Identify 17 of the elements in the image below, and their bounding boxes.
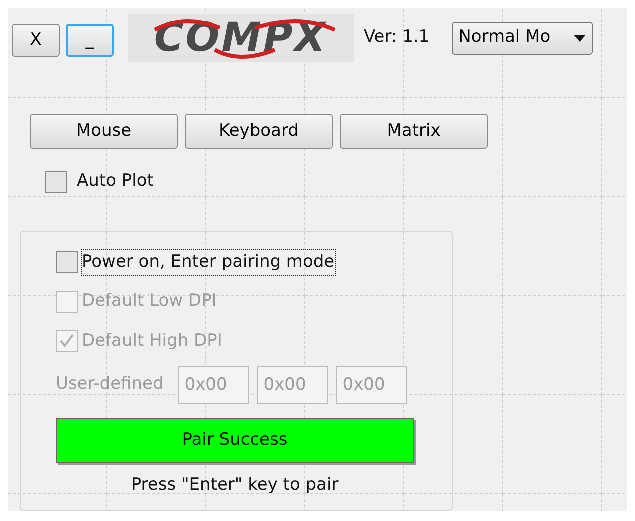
- close-button[interactable]: X: [12, 24, 60, 56]
- caret-icon: [574, 34, 586, 42]
- checkbox-label: Power on, Enter pairing mode: [82, 250, 335, 275]
- checkbox-label: Default Low DPI: [82, 290, 217, 313]
- checkbox[interactable]: [45, 170, 67, 193]
- device-button[interactable]: Keyboard: [185, 114, 333, 149]
- hint-text: Press "Enter" key to pair: [131, 474, 339, 497]
- minimize-button[interactable]: _: [66, 24, 114, 56]
- mode-dropdown[interactable]: Normal Mo: [452, 22, 593, 54]
- device-button[interactable]: Matrix: [340, 114, 488, 149]
- device-button[interactable]: Mouse: [30, 114, 178, 149]
- user-defined-label: User-defined: [56, 373, 164, 396]
- checkbox[interactable]: [56, 251, 78, 274]
- status-bar: Pair Success: [56, 418, 414, 463]
- version-label: Ver: 1.1: [364, 26, 430, 50]
- checkbox-label: Default High DPI: [82, 330, 222, 352]
- checkbox-label: Auto Plot: [77, 170, 154, 193]
